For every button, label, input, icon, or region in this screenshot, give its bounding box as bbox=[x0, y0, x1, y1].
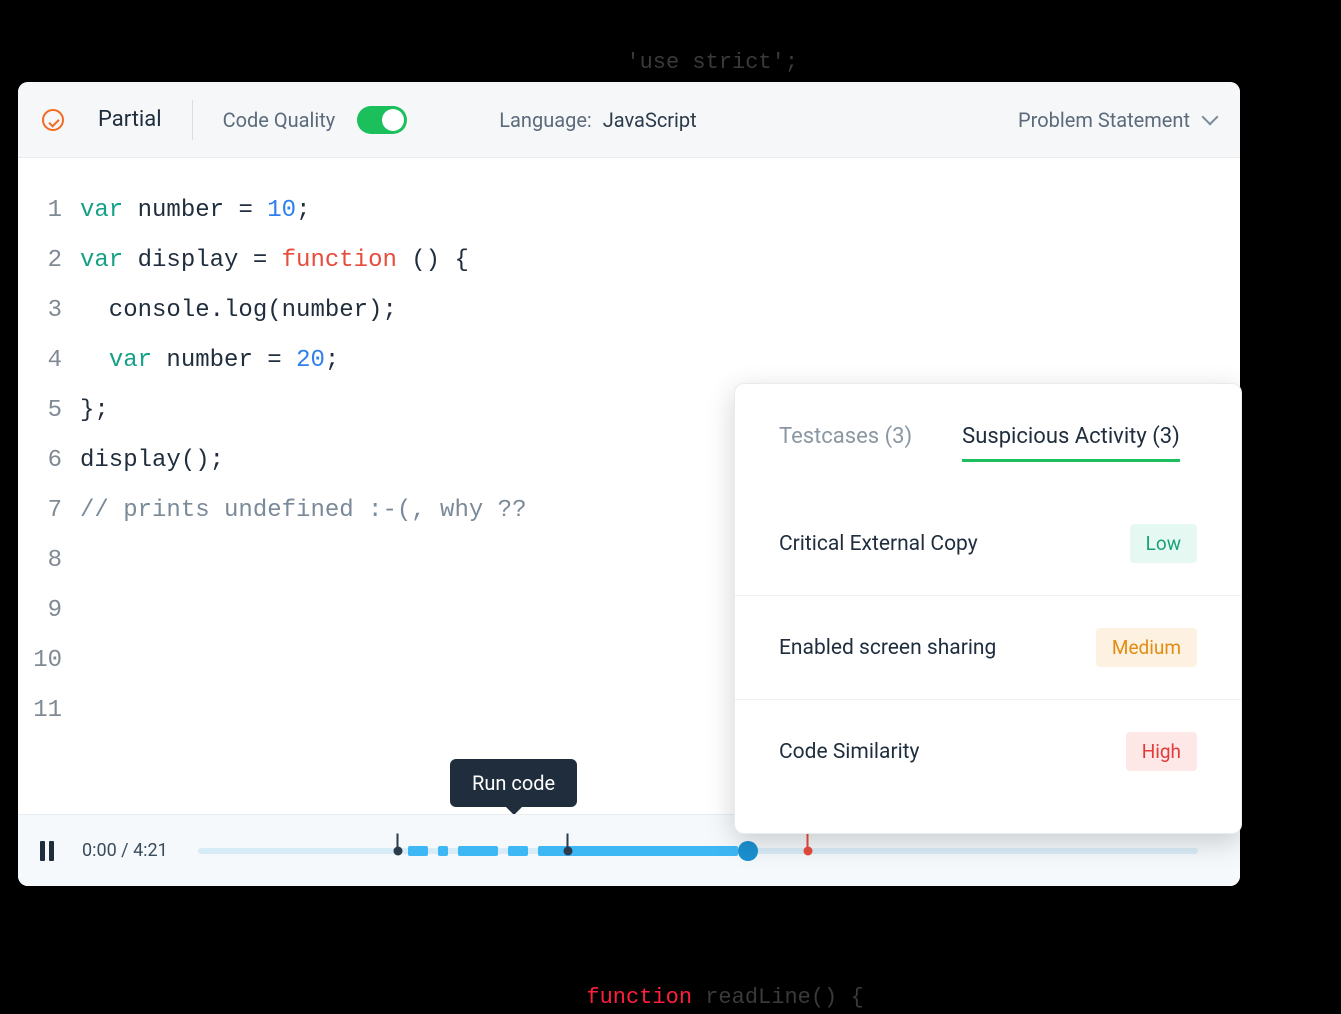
activity-row[interactable]: Code Similarity High bbox=[735, 699, 1241, 803]
code-content: var display = function () { bbox=[80, 236, 469, 286]
line-number: 1 bbox=[18, 186, 80, 236]
code-line: 3 console.log(number); bbox=[18, 286, 1240, 336]
code-content: }; bbox=[80, 386, 109, 436]
activity-label: Critical External Copy bbox=[779, 532, 978, 556]
chevron-down-icon bbox=[1202, 108, 1219, 125]
activity-label: Enabled screen sharing bbox=[779, 636, 996, 660]
activity-row[interactable]: Critical External Copy Low bbox=[735, 492, 1241, 595]
severity-badge: High bbox=[1126, 732, 1197, 771]
language-label: Language: bbox=[499, 108, 592, 132]
timeline-marker[interactable] bbox=[393, 846, 402, 855]
code-content: var number = 10; bbox=[80, 186, 310, 236]
code-content: display(); bbox=[80, 436, 224, 486]
problem-statement-label: Problem Statement bbox=[1018, 108, 1190, 132]
language-display: Language: JavaScript bbox=[499, 108, 696, 132]
line-number: 3 bbox=[18, 286, 80, 336]
divider bbox=[192, 100, 193, 140]
timeline-marker[interactable] bbox=[563, 846, 572, 855]
code-content: console.log(number); bbox=[80, 286, 397, 336]
status-text: Partial bbox=[98, 107, 162, 132]
code-line: 1var number = 10; bbox=[18, 186, 1240, 236]
run-code-tooltip: Run code bbox=[450, 759, 577, 807]
playhead[interactable] bbox=[738, 841, 758, 861]
line-number: 8 bbox=[18, 536, 80, 586]
line-number: 7 bbox=[18, 486, 80, 536]
line-number: 4 bbox=[18, 336, 80, 386]
line-number: 5 bbox=[18, 386, 80, 436]
tab-testcases[interactable]: Testcases (3) bbox=[779, 424, 912, 462]
line-number: 10 bbox=[18, 636, 80, 686]
popover-tabs: Testcases (3) Suspicious Activity (3) bbox=[735, 424, 1241, 482]
pause-icon[interactable] bbox=[40, 841, 54, 861]
code-content: // prints undefined :-(, why ?? bbox=[80, 486, 526, 536]
playback-time: 0:00 / 4:21 bbox=[82, 840, 168, 861]
code-quality-label: Code Quality bbox=[223, 108, 336, 132]
line-number: 6 bbox=[18, 436, 80, 486]
playback-track[interactable] bbox=[198, 839, 1198, 863]
activity-row[interactable]: Enabled screen sharing Medium bbox=[735, 595, 1241, 699]
tab-suspicious-activity[interactable]: Suspicious Activity (3) bbox=[962, 424, 1180, 462]
code-quality-toggle[interactable] bbox=[357, 106, 407, 134]
toolbar: Partial Code Quality Language: JavaScrip… bbox=[18, 82, 1240, 158]
severity-badge: Medium bbox=[1096, 628, 1197, 667]
severity-badge: Low bbox=[1130, 524, 1197, 563]
activity-popover: Testcases (3) Suspicious Activity (3) Cr… bbox=[734, 383, 1242, 834]
timeline-marker-alert[interactable] bbox=[803, 846, 812, 855]
code-line: 4 var number = 20; bbox=[18, 336, 1240, 386]
line-number: 9 bbox=[18, 586, 80, 636]
language-value: JavaScript bbox=[603, 108, 697, 132]
background-code-bottom: function readLine() { bbox=[560, 960, 864, 1010]
code-line: 2var display = function () { bbox=[18, 236, 1240, 286]
partial-status-icon bbox=[42, 109, 64, 131]
problem-statement-dropdown[interactable]: Problem Statement bbox=[1018, 108, 1216, 132]
line-number: 11 bbox=[18, 686, 80, 736]
code-content: var number = 20; bbox=[80, 336, 339, 386]
activity-label: Code Similarity bbox=[779, 740, 920, 764]
line-number: 2 bbox=[18, 236, 80, 286]
